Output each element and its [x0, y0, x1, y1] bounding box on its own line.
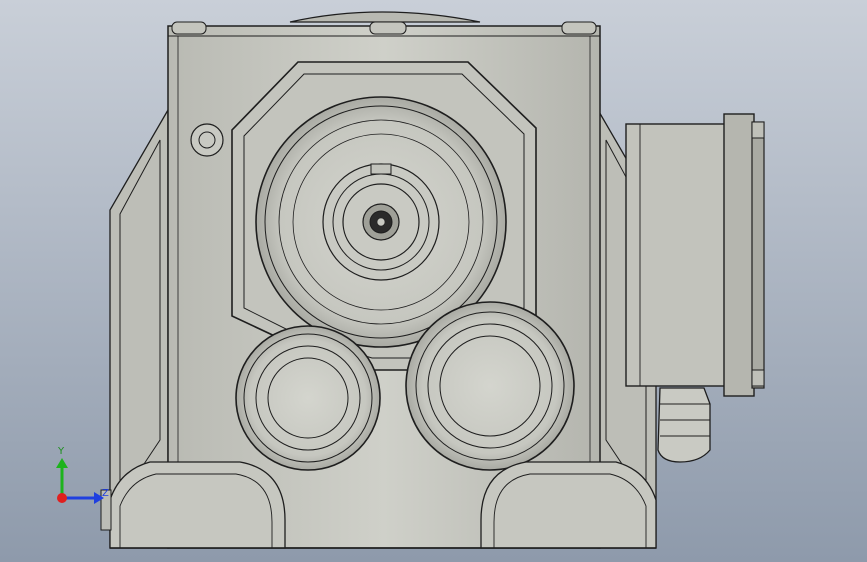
lower-right-boss — [405, 301, 575, 471]
y-axis-label: Y — [57, 446, 65, 457]
small-boss — [190, 123, 224, 157]
cable-gland — [657, 387, 711, 463]
terminal-box — [625, 113, 765, 397]
z-axis-label: Z — [102, 488, 109, 499]
base-left-foot — [109, 461, 286, 549]
base-right-foot — [480, 461, 657, 549]
cad-viewport[interactable]: Y Z — [0, 0, 867, 562]
lower-left-boss — [235, 325, 381, 471]
gearbox-model-view[interactable]: Y Z — [0, 0, 867, 562]
